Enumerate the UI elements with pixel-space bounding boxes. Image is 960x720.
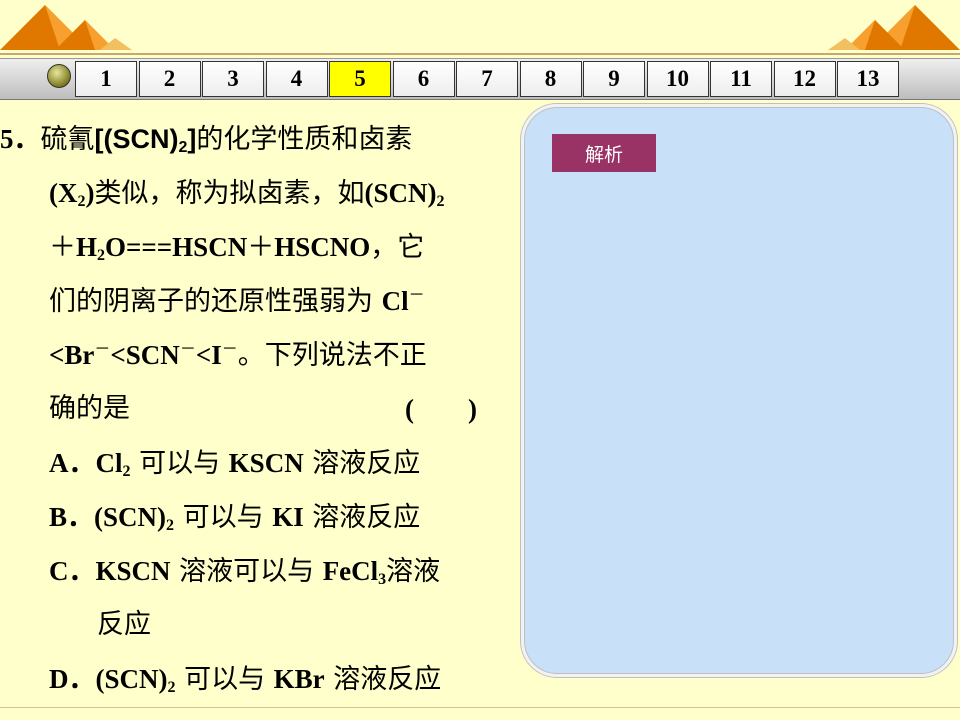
option-a: A．Cl2 可以与 KSCN 溶液反应 <box>49 448 421 480</box>
top-divider <box>0 53 960 55</box>
option-b: B．(SCN)2 可以与 KI 溶液反应 <box>49 502 421 534</box>
page-button-10[interactable]: 10 <box>646 61 709 97</box>
page-button-6[interactable]: 6 <box>392 61 455 97</box>
question-line-1: 5．硫氰[(SCN)2]的化学性质和卤素 <box>0 124 413 156</box>
question-line-6: 确的是( ) <box>0 382 505 436</box>
question-line-4: 们的阴离子的还原性强弱为 Cl－ <box>49 285 425 317</box>
question-line-5: <Br－<SCN－<I－。下列说法不正 <box>49 339 427 371</box>
corner-decoration-right <box>828 5 960 50</box>
page-button-3[interactable]: 3 <box>202 61 264 97</box>
question-text: 5．硫氰[(SCN)2]的化学性质和卤素 (X2)类似，称为拟卤素，如(SCN)… <box>0 112 505 706</box>
page-button-2[interactable]: 2 <box>138 61 201 97</box>
home-ball-icon[interactable] <box>47 64 71 88</box>
page-button-11[interactable]: 11 <box>710 61 772 97</box>
analysis-panel <box>521 104 957 677</box>
page-buttons: 1 2 3 4 5 6 7 8 9 10 11 12 13 <box>75 61 901 97</box>
page-button-4[interactable]: 4 <box>265 61 328 97</box>
page-button-9[interactable]: 9 <box>583 61 645 97</box>
question-line-2: (X2)类似，称为拟卤素，如(SCN)2 <box>49 178 445 210</box>
corner-decoration-left <box>0 5 132 50</box>
bottom-divider <box>0 707 960 708</box>
option-c: C．KSCN 溶液可以与 FeCl3溶液 <box>49 556 441 588</box>
page-button-7[interactable]: 7 <box>456 61 518 97</box>
option-d: D．(SCN)2 可以与 KBr 溶液反应 <box>49 664 442 696</box>
analysis-button[interactable]: 解析 <box>552 134 656 172</box>
option-c-continued: 反应 <box>97 609 151 640</box>
page-button-1[interactable]: 1 <box>75 61 137 97</box>
page-button-8[interactable]: 8 <box>519 61 582 97</box>
answer-blank: ( ) <box>405 394 477 424</box>
page-button-12[interactable]: 12 <box>773 61 836 97</box>
question-line-3: ＋H2O===HSCN＋HSCNO，它 <box>49 232 425 264</box>
page-button-5-active[interactable]: 5 <box>329 61 391 97</box>
page-button-13[interactable]: 13 <box>837 61 899 97</box>
